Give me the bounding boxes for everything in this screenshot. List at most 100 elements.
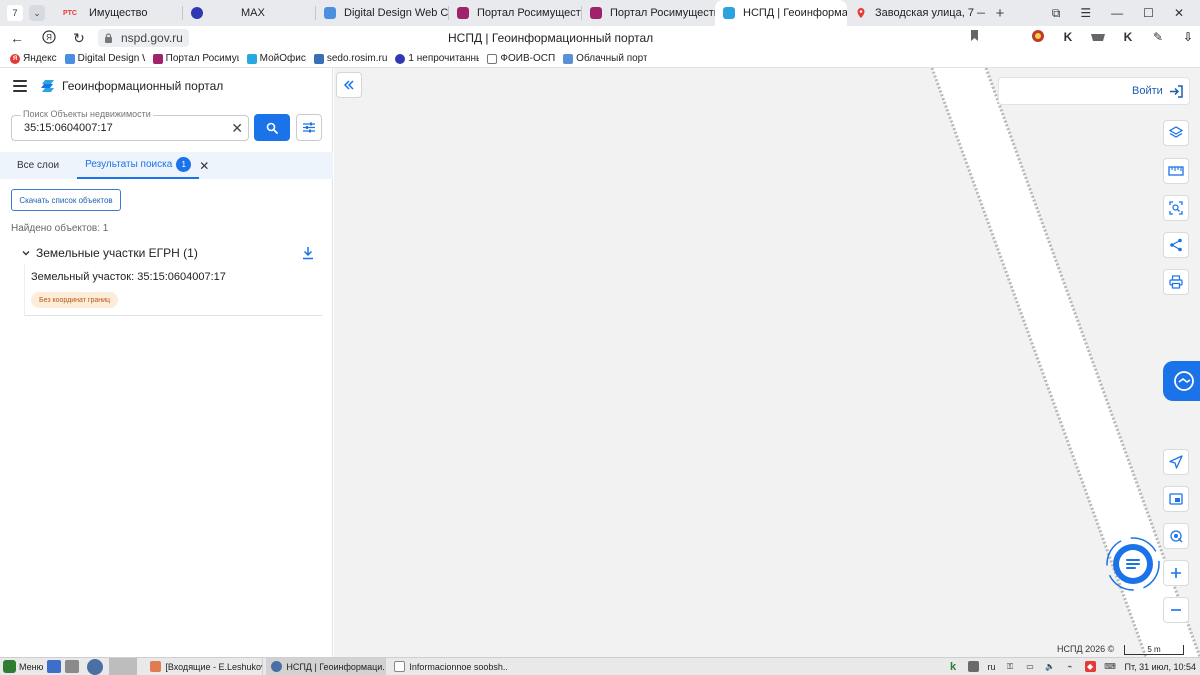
area-select-button[interactable] bbox=[1163, 195, 1189, 221]
new-tab-plus-icon[interactable]: + bbox=[991, 5, 1009, 22]
antivirus-icon[interactable]: ◆ bbox=[1084, 661, 1096, 672]
bookmark-myoffice[interactable]: МойОфис bbox=[246, 53, 306, 64]
hamburger-menu-icon[interactable] bbox=[13, 80, 27, 92]
bookmark-cloud-portal[interactable]: Облачный порта bbox=[563, 53, 647, 64]
layers-button[interactable] bbox=[1163, 120, 1189, 146]
url-field[interactable]: nspd.gov.ru bbox=[98, 29, 189, 47]
bookmark-foiv[interactable]: ФОИВ-ОСП bbox=[487, 53, 555, 64]
bookmark-unread[interactable]: 1 непрочитанный bbox=[395, 53, 479, 64]
taskbar-item-document[interactable]: Informacionnoe soobsh... bbox=[389, 658, 507, 675]
close-results-tab-icon[interactable]: ✕ bbox=[191, 152, 209, 179]
map-canvas[interactable] bbox=[334, 68, 1200, 657]
tab-nspd-active[interactable]: НСПД | Геоинформац × bbox=[715, 0, 847, 26]
tab-imushchestvo[interactable]: РТС Имущество bbox=[51, 0, 183, 26]
collections-icon[interactable]: ⧉ bbox=[1052, 6, 1061, 21]
search-side-panel: Геоинформационный портал ✕ Поиск Объекты… bbox=[0, 68, 333, 657]
extension-icons: K K ✎ ⇩ bbox=[1030, 29, 1196, 45]
show-desktop-icon[interactable] bbox=[47, 660, 62, 673]
sedo-icon bbox=[313, 53, 324, 64]
kontur-tray-icon[interactable]: k bbox=[948, 661, 959, 673]
clock[interactable]: Пт, 31 июл, 10:54 bbox=[1125, 662, 1196, 672]
locate-button[interactable] bbox=[1163, 449, 1189, 475]
result-title: Земельный участок: 35:15:0604007:17 bbox=[31, 271, 226, 283]
keyboard-layout[interactable]: ru bbox=[988, 662, 996, 672]
side-assistant-button[interactable] bbox=[1163, 361, 1200, 401]
ruler-button[interactable] bbox=[1163, 158, 1189, 184]
bookmark-flag-icon[interactable] bbox=[970, 30, 979, 44]
yandex-protect-icon[interactable]: Я bbox=[38, 29, 60, 47]
tab-count-button[interactable]: 7 bbox=[7, 5, 23, 21]
lock-icon bbox=[105, 33, 112, 43]
download-list-button[interactable]: Скачать список объектов bbox=[11, 189, 121, 211]
result-item[interactable]: Земельный участок: 35:15:0604007:17 Без … bbox=[24, 264, 322, 316]
tab-max[interactable]: MAX bbox=[183, 0, 316, 26]
layers-icon bbox=[1169, 126, 1183, 138]
kontur-extension-icon[interactable]: K bbox=[1060, 29, 1076, 45]
tab-label: Заводская улица, 7 — Янд bbox=[875, 7, 985, 19]
share-button[interactable] bbox=[1163, 232, 1189, 258]
tab-rosim-1[interactable]: Портал Росимущества bbox=[449, 0, 582, 26]
extension-avatar-icon[interactable] bbox=[1030, 29, 1046, 45]
kontur-extension-icon-2[interactable]: K bbox=[1120, 29, 1136, 45]
taskbar-item-nspd[interactable]: НСПД | Геоинформаци... bbox=[266, 658, 387, 675]
window-controls: ⧉ ☰ — ☐ ✕ bbox=[1052, 6, 1200, 21]
bookmark-rosim[interactable]: Портал Росимущ bbox=[152, 53, 239, 64]
tab-rosim-2[interactable]: Портал Росимущества bbox=[582, 0, 715, 26]
start-menu-button[interactable]: Меню bbox=[3, 660, 43, 673]
max-favicon bbox=[191, 7, 203, 19]
app-tray-icon[interactable] bbox=[967, 661, 979, 672]
back-arrow-icon[interactable]: ← bbox=[6, 30, 28, 46]
tab-list-dropdown[interactable]: ⌄ bbox=[29, 5, 45, 21]
bookmark-label: 1 непрочитанный bbox=[408, 53, 479, 64]
reload-icon[interactable]: ↻ bbox=[68, 30, 90, 47]
geolocation-button[interactable] bbox=[1163, 523, 1189, 549]
bookmark-sedo[interactable]: sedo.rosim.ru bbox=[313, 53, 387, 64]
search-icon bbox=[266, 122, 278, 134]
print-button[interactable] bbox=[1163, 269, 1189, 295]
maximize-icon[interactable]: ☐ bbox=[1143, 6, 1154, 20]
minimize-icon[interactable]: — bbox=[1111, 6, 1123, 20]
yandex-browser-launcher-icon[interactable] bbox=[87, 658, 104, 675]
tab-search-results[interactable]: Результаты поиска 1 bbox=[77, 152, 200, 179]
land-plots-group-header[interactable]: Земельные участки ЕГРН (1) bbox=[22, 245, 317, 261]
search-input[interactable] bbox=[24, 122, 224, 134]
navigation-arrow-icon bbox=[1169, 455, 1183, 469]
zoom-out-button[interactable] bbox=[1163, 597, 1189, 623]
nspd-favicon bbox=[723, 7, 735, 19]
network-icon[interactable]: ⌁ bbox=[1065, 661, 1076, 672]
file-manager-icon[interactable] bbox=[65, 660, 80, 673]
bookmark-yandex[interactable]: Я Яндекс bbox=[10, 53, 57, 64]
document-icon bbox=[487, 53, 498, 64]
geolocation-icon bbox=[1170, 530, 1183, 543]
filter-settings-button[interactable] bbox=[296, 114, 322, 141]
chat-support-button[interactable] bbox=[1105, 536, 1161, 592]
clear-search-icon[interactable]: ✕ bbox=[231, 120, 243, 136]
browser-menu-icon[interactable]: ☰ bbox=[1080, 6, 1091, 20]
taskbar-item-mail[interactable]: [Входящие - E.Leshukov... bbox=[145, 658, 264, 675]
chevron-down-icon[interactable] bbox=[22, 249, 30, 257]
shield-extension-icon[interactable] bbox=[1090, 29, 1106, 45]
road-layer bbox=[930, 68, 1200, 657]
key-icon[interactable]: ⚿ bbox=[1005, 661, 1016, 672]
tab-digital-design[interactable]: Digital Design Web Client bbox=[316, 0, 449, 26]
tab-yandex-maps[interactable]: Заводская улица, 7 — Янд bbox=[847, 0, 985, 26]
browser-tab-strip: 7 ⌄ РТС Имущество MAX Digital Design Web… bbox=[0, 0, 1200, 26]
mail-icon bbox=[395, 53, 406, 64]
login-button[interactable]: Войти bbox=[998, 77, 1190, 105]
downloads-icon[interactable]: ⇩ bbox=[1180, 29, 1196, 45]
browser-app-icon bbox=[271, 661, 283, 672]
bookmark-digital-design[interactable]: Digital Design We bbox=[64, 53, 145, 64]
keyboard-icon[interactable]: ⌨ bbox=[1104, 661, 1116, 672]
speaker-icon[interactable]: 🔈 bbox=[1045, 661, 1056, 672]
zoom-in-button[interactable] bbox=[1163, 560, 1189, 586]
tab-all-layers[interactable]: Все слои bbox=[0, 152, 77, 179]
download-icon[interactable] bbox=[302, 246, 314, 260]
start-menu-label: Меню bbox=[19, 661, 44, 672]
close-window-icon[interactable]: ✕ bbox=[1174, 6, 1184, 20]
collapse-panel-button[interactable] bbox=[336, 72, 362, 98]
display-icon[interactable]: ▭ bbox=[1025, 661, 1036, 672]
search-button[interactable] bbox=[254, 114, 290, 141]
bookmarks-bar: Я Яндекс Digital Design We Портал Росиму… bbox=[0, 50, 1200, 68]
minimap-button[interactable] bbox=[1163, 486, 1189, 512]
puzzle-extension-icon[interactable]: ✎ bbox=[1150, 29, 1166, 45]
